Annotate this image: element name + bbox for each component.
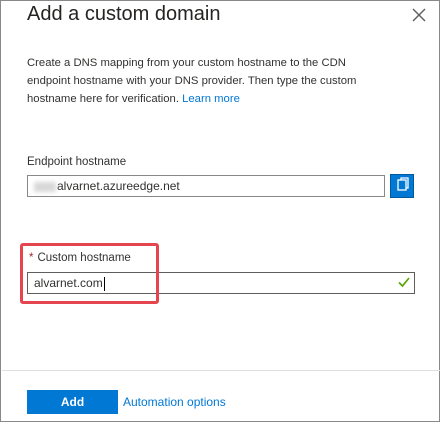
annotation-highlight-box: [20, 243, 159, 304]
add-button[interactable]: Add: [27, 390, 118, 414]
copy-button[interactable]: [390, 174, 414, 198]
dialog-title: Add a custom domain: [27, 3, 221, 25]
add-custom-domain-dialog: Add a custom domain Create a DNS mapping…: [0, 0, 440, 422]
endpoint-hostname-field[interactable]: alvarnet.azureedge.net: [27, 175, 385, 197]
automation-options-link[interactable]: Automation options: [123, 395, 226, 409]
dialog-description: Create a DNS mapping from your custom ho…: [27, 54, 387, 108]
close-icon[interactable]: [409, 5, 429, 25]
learn-more-link[interactable]: Learn more: [182, 93, 240, 105]
redacted-prefix: [34, 181, 56, 192]
endpoint-hostname-label: Endpoint hostname: [27, 156, 127, 168]
copy-icon: [397, 177, 409, 191]
endpoint-hostname-value: alvarnet.azureedge.net: [57, 179, 180, 193]
footer-divider: [2, 370, 440, 371]
checkmark-icon: [398, 277, 410, 288]
